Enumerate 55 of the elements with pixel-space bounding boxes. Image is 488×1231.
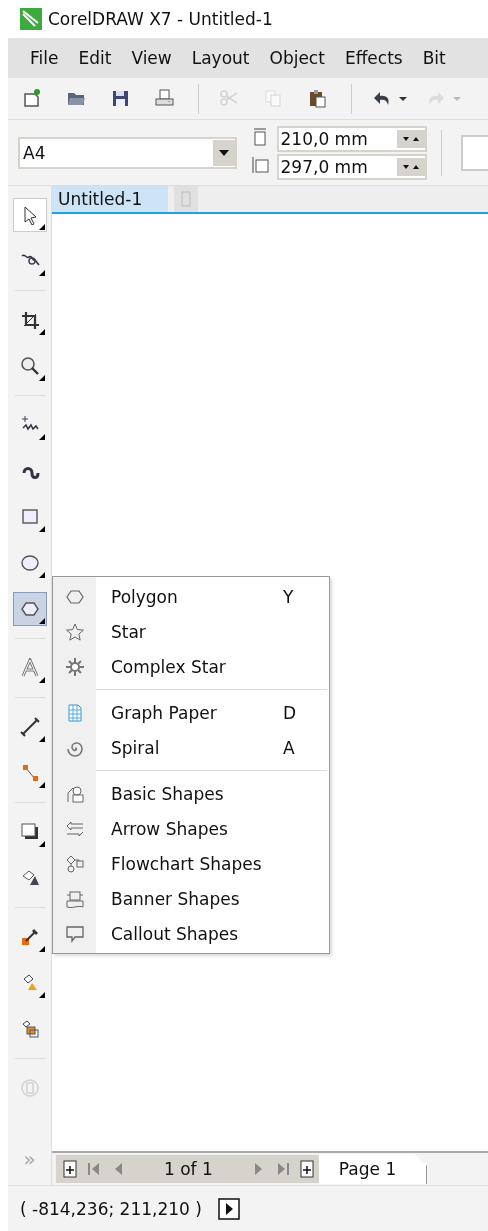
eyedropper-icon [19,927,40,947]
flowchart-icon [64,853,85,874]
menu-item[interactable]: Layout [181,48,260,68]
page-height-field[interactable]: 297,0 mm [276,153,427,180]
caret-icon [218,149,229,156]
zoom-icon [19,356,40,376]
rectangle-icon [19,507,40,527]
paste-icon[interactable] [307,87,329,110]
page-icon [181,191,192,207]
flyout-menu-item[interactable]: Arrow Shapes [53,811,329,846]
crop-icon [19,310,40,330]
flyout-menu-item[interactable]: Graph Paper D [53,695,329,730]
tool-button[interactable] [12,592,47,626]
hexagon-icon [19,599,40,619]
spin-arrows-icon [401,134,420,143]
drop-shadow-icon [19,822,40,842]
menu-item[interactable]: Edit [68,48,122,68]
flyout-menu-item[interactable]: Polygon Y [53,579,329,614]
flyout-menu-item[interactable]: Flowchart Shapes [53,846,329,881]
basic-shapes-icon [64,783,85,804]
shortcut-key: D [283,702,313,723]
page-tab[interactable]: Page 1 [318,1154,428,1184]
cursor-coordinates: ( -814,236; 211,210 ) [20,1198,202,1219]
menu-item[interactable]: Bit [412,48,456,68]
play-button-icon [217,1197,240,1220]
frame-icon [19,1078,40,1098]
star-icon [64,621,85,642]
shortcut-key: A [283,737,313,758]
app-logo-icon [20,8,42,30]
dimension-line-icon [19,717,40,737]
gear-icon [64,656,85,677]
flyout-menu-item[interactable]: Complex Star [53,649,329,684]
flyout-menu-item[interactable]: Star [53,614,329,649]
window-title: CorelDRAW X7 - Untitled-1 [48,9,273,29]
flyout-menu-item[interactable]: Basic Shapes [53,776,329,811]
menu-item[interactable]: Effects [334,48,413,68]
add-page-icon[interactable] [62,1160,78,1178]
flyout-menu-item[interactable]: Banner Shapes [53,881,329,916]
add-page-icon[interactable] [298,1160,315,1178]
document-tab[interactable]: Untitled-1 [52,186,169,212]
page-size-dropdown[interactable]: A4 [18,136,237,169]
shortcut-key: Y [283,586,313,607]
page-width-field[interactable]: 210,0 mm [276,125,427,152]
menu-item[interactable]: View [121,48,182,68]
tool-button[interactable] [12,198,47,232]
spin-arrows-icon [401,162,420,171]
page-height-icon [250,154,269,175]
ellipse-icon [19,553,40,573]
letter-icon [19,658,40,678]
flyout-menu-item[interactable]: Callout Shapes [53,916,329,951]
menu-item[interactable]: File [20,48,69,68]
flyout-menu-item[interactable]: Spiral A [53,730,329,765]
menu-item[interactable]: Object [259,48,335,68]
banner-icon [64,888,85,909]
speech-bubble-icon [64,923,85,944]
